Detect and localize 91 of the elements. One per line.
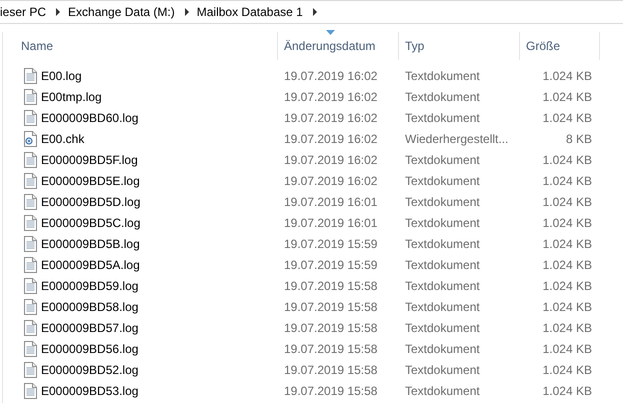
text-file-icon (23, 362, 37, 378)
file-name[interactable]: E000009BD5C.log (41, 216, 140, 230)
file-type: Textdokument (404, 236, 481, 250)
modified-date: 19.07.2019 16:02 (283, 132, 378, 146)
modified-date: 19.07.2019 15:58 (283, 342, 378, 356)
text-file-icon (23, 278, 37, 294)
text-file-icon (23, 172, 37, 188)
file-type: Textdokument (404, 278, 481, 292)
file-size: 1.024 KB (542, 384, 593, 398)
file-type: Textdokument (404, 384, 481, 398)
file-name[interactable]: E000009BD56.log (41, 342, 138, 356)
modified-date: 19.07.2019 15:58 (283, 300, 378, 314)
modified-date: 19.07.2019 16:01 (283, 194, 378, 208)
file-name[interactable]: E00tmp.log (41, 90, 102, 104)
chevron-icon[interactable] (54, 8, 62, 16)
modified-date: 19.07.2019 16:02 (283, 110, 378, 124)
file-type: Wiederhergestellt... (404, 132, 510, 146)
modified-date: 19.07.2019 16:02 (283, 90, 378, 104)
text-file-icon (23, 382, 37, 398)
column-header[interactable]: Name (3, 32, 278, 60)
breadcrumb-item[interactable]: Exchange Data (M:) (68, 5, 179, 19)
text-file-icon (23, 194, 37, 210)
chevron-icon[interactable] (310, 8, 319, 16)
file-name[interactable]: E000009BD5B.log (41, 236, 140, 250)
text-file-icon (23, 68, 37, 84)
text-file-icon (23, 88, 37, 104)
column-header[interactable]: Änderungsdatum (278, 32, 399, 60)
file-size: 1.024 KB (542, 342, 593, 356)
file-size: 1.024 KB (542, 278, 593, 292)
sort-caret-icon (326, 30, 335, 35)
text-file-icon (23, 152, 37, 168)
text-file-icon (23, 214, 37, 230)
file-type: Textdokument (404, 258, 481, 272)
file-name[interactable]: E000009BD5A.log (41, 258, 140, 272)
file-name[interactable]: E000009BD53.log (41, 384, 138, 398)
file-size: 1.024 KB (542, 362, 593, 376)
file-name[interactable]: E000009BD5D.log (41, 194, 140, 208)
file-size: 8 KB (564, 132, 593, 146)
file-size: 1.024 KB (542, 90, 593, 104)
file-name[interactable]: E000009BD60.log (41, 110, 138, 124)
modified-date: 19.07.2019 15:59 (283, 258, 378, 272)
file-type: Textdokument (404, 300, 481, 314)
text-file-icon (23, 110, 37, 126)
modified-date: 19.07.2019 16:01 (283, 216, 378, 230)
text-file-icon (23, 320, 37, 336)
file-size: 1.024 KB (542, 320, 593, 334)
file-name[interactable]: E000009BD5E.log (41, 174, 140, 188)
file-size: 1.024 KB (542, 194, 593, 208)
file-name[interactable]: E000009BD52.log (41, 362, 138, 376)
modified-date: 19.07.2019 15:58 (283, 278, 378, 292)
modified-date: 19.07.2019 15:58 (283, 384, 378, 398)
modified-date: 19.07.2019 16:02 (283, 152, 378, 166)
text-file-icon (23, 256, 37, 272)
file-size: 1.024 KB (542, 68, 593, 82)
file-type: Textdokument (404, 342, 481, 356)
file-type: Textdokument (404, 90, 481, 104)
file-type: Textdokument (404, 174, 481, 188)
file-size: 1.024 KB (542, 216, 593, 230)
chevron-icon[interactable] (182, 8, 191, 16)
file-name[interactable]: E000009BD5F.log (41, 152, 138, 166)
file-size: 1.024 KB (542, 300, 593, 314)
file-type: Textdokument (404, 152, 481, 166)
file-icon (23, 130, 37, 146)
file-name[interactable]: E00.chk (41, 132, 84, 146)
modified-date: 19.07.2019 15:58 (283, 362, 378, 376)
text-file-icon (23, 340, 37, 356)
modified-date: 19.07.2019 15:58 (283, 320, 378, 334)
breadcrumb-item[interactable]: Mailbox Database 1 (196, 5, 307, 19)
file-size: 1.024 KB (542, 236, 593, 250)
file-type: Textdokument (404, 194, 481, 208)
file-name[interactable]: E00.log (41, 68, 82, 82)
file-size: 1.024 KB (542, 258, 593, 272)
modified-date: 19.07.2019 16:02 (283, 68, 378, 82)
file-size: 1.024 KB (542, 110, 593, 124)
file-type: Textdokument (404, 216, 481, 230)
text-file-icon (23, 236, 37, 252)
file-size: 1.024 KB (542, 174, 593, 188)
file-size: 1.024 KB (542, 152, 593, 166)
modified-date: 19.07.2019 16:02 (283, 174, 378, 188)
column-header[interactable]: Größe (520, 32, 600, 60)
text-file-icon (23, 298, 37, 314)
file-name[interactable]: E000009BD59.log (41, 278, 138, 292)
file-type: Textdokument (404, 362, 481, 376)
file-type: Textdokument (404, 110, 481, 124)
column-header[interactable]: Typ (399, 32, 520, 60)
modified-date: 19.07.2019 15:59 (283, 236, 378, 250)
file-name[interactable]: E000009BD58.log (41, 300, 138, 314)
file-type: Textdokument (404, 320, 481, 334)
file-name[interactable]: E000009BD57.log (41, 320, 138, 334)
file-type: Textdokument (404, 68, 481, 82)
breadcrumb-item[interactable]: ieser PC (0, 5, 50, 19)
